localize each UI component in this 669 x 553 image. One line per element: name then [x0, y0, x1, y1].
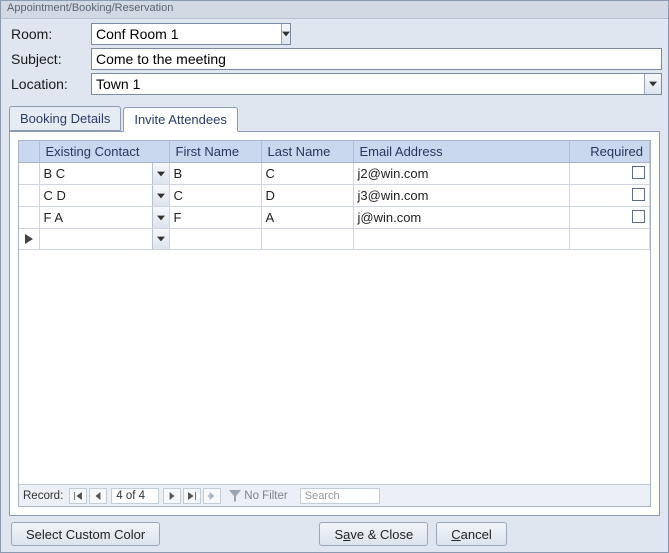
subject-row: Subject: — [11, 48, 662, 70]
save-close-button[interactable]: Save & Close — [319, 522, 428, 546]
nav-last-button[interactable] — [183, 488, 201, 504]
tab-booking-details[interactable]: Booking Details — [9, 106, 121, 131]
cell-email[interactable]: j2@win.com — [353, 163, 570, 185]
record-navigator: Record: 4 of 4 No Filter Search — [19, 484, 650, 506]
location-dropdown-button[interactable] — [644, 74, 661, 94]
cell-first-name[interactable] — [169, 229, 261, 250]
nav-new-button[interactable] — [203, 488, 221, 504]
cell-contact[interactable]: F A — [39, 207, 169, 229]
attendees-grid-wrap: Existing Contact First Name Last Name Em… — [18, 140, 651, 507]
filter-icon — [229, 490, 241, 502]
footer-bar: Select Custom Color Save & Close Cancel — [1, 516, 668, 552]
last-icon — [188, 492, 196, 500]
new-record-icon — [208, 492, 216, 500]
room-combobox[interactable] — [91, 23, 291, 45]
first-icon — [74, 492, 82, 500]
cell-required[interactable] — [570, 163, 650, 185]
grid-row[interactable]: B CBCj2@win.com — [19, 163, 650, 185]
cell-last-name[interactable]: C — [261, 163, 353, 185]
cell-required[interactable] — [570, 185, 650, 207]
attendees-grid[interactable]: Existing Contact First Name Last Name Em… — [19, 141, 650, 250]
row-selector[interactable] — [19, 229, 39, 250]
cell-last-name[interactable]: D — [261, 185, 353, 207]
room-input[interactable] — [92, 24, 281, 44]
nav-prev-button[interactable] — [89, 488, 107, 504]
col-first-name[interactable]: First Name — [169, 141, 261, 163]
required-checkbox[interactable] — [632, 188, 645, 201]
row-selector[interactable] — [19, 207, 39, 229]
filter-status: No Filter — [229, 490, 287, 502]
cell-last-name[interactable] — [261, 229, 353, 250]
nav-first-button[interactable] — [69, 488, 87, 504]
cancel-button[interactable]: Cancel — [436, 522, 506, 546]
grid-header-selector — [19, 141, 39, 163]
chevron-down-icon — [157, 171, 165, 177]
location-row: Location: — [11, 73, 662, 95]
window-title: Appointment/Booking/Reservation — [1, 1, 668, 19]
location-input[interactable] — [92, 74, 644, 94]
location-combobox[interactable] — [91, 73, 662, 95]
appointment-window: Appointment/Booking/Reservation Room: Su… — [0, 0, 669, 553]
record-search-input[interactable]: Search — [300, 488, 380, 504]
cell-contact[interactable]: C D — [39, 185, 169, 207]
cell-required[interactable] — [570, 229, 650, 250]
room-row: Room: — [11, 23, 662, 45]
subject-input[interactable] — [92, 49, 661, 69]
subject-label: Subject: — [11, 51, 91, 67]
new-row-icon — [25, 234, 33, 244]
nav-next-button[interactable] — [163, 488, 181, 504]
cell-contact[interactable] — [39, 229, 169, 250]
cell-contact[interactable]: B C — [39, 163, 169, 185]
contact-dropdown-button[interactable] — [152, 207, 169, 228]
contact-dropdown-button[interactable] — [152, 185, 169, 206]
record-label: Record: — [23, 490, 63, 502]
chevron-down-icon — [157, 193, 165, 199]
location-label: Location: — [11, 76, 91, 92]
col-existing-contact[interactable]: Existing Contact — [39, 141, 169, 163]
chevron-down-icon — [649, 81, 657, 87]
grid-row[interactable]: F AFAj@win.com — [19, 207, 650, 229]
subject-field[interactable] — [91, 48, 662, 70]
room-dropdown-button[interactable] — [281, 24, 290, 44]
cell-first-name[interactable]: F — [169, 207, 261, 229]
tabstrip: Booking Details Invite Attendees — [9, 106, 660, 131]
col-email[interactable]: Email Address — [353, 141, 570, 163]
row-selector[interactable] — [19, 163, 39, 185]
grid-empty-space — [19, 250, 650, 484]
contact-dropdown-button[interactable] — [152, 163, 169, 184]
form-area: Room: Subject: Location: — [1, 19, 668, 100]
cell-first-name[interactable]: C — [169, 185, 261, 207]
grid-header-row: Existing Contact First Name Last Name Em… — [19, 141, 650, 163]
chevron-down-icon — [157, 236, 165, 242]
col-required[interactable]: Required — [570, 141, 650, 163]
prev-icon — [94, 492, 102, 500]
row-selector[interactable] — [19, 185, 39, 207]
tab-invite-attendees[interactable]: Invite Attendees — [123, 107, 238, 132]
required-checkbox[interactable] — [632, 166, 645, 179]
contact-dropdown-button[interactable] — [152, 229, 169, 249]
cell-email[interactable]: j@win.com — [353, 207, 570, 229]
invite-attendees-panel: Existing Contact First Name Last Name Em… — [9, 131, 660, 516]
col-last-name[interactable]: Last Name — [261, 141, 353, 163]
next-icon — [168, 492, 176, 500]
required-checkbox[interactable] — [632, 210, 645, 223]
cell-email[interactable]: j3@win.com — [353, 185, 570, 207]
cell-required[interactable] — [570, 207, 650, 229]
chevron-down-icon — [282, 31, 290, 37]
grid-row[interactable] — [19, 229, 650, 250]
cell-email[interactable] — [353, 229, 570, 250]
cell-last-name[interactable]: A — [261, 207, 353, 229]
record-position[interactable]: 4 of 4 — [111, 488, 159, 504]
room-label: Room: — [11, 26, 91, 42]
grid-row[interactable]: C DCDj3@win.com — [19, 185, 650, 207]
select-custom-color-button[interactable]: Select Custom Color — [11, 522, 160, 546]
chevron-down-icon — [157, 215, 165, 221]
cell-first-name[interactable]: B — [169, 163, 261, 185]
